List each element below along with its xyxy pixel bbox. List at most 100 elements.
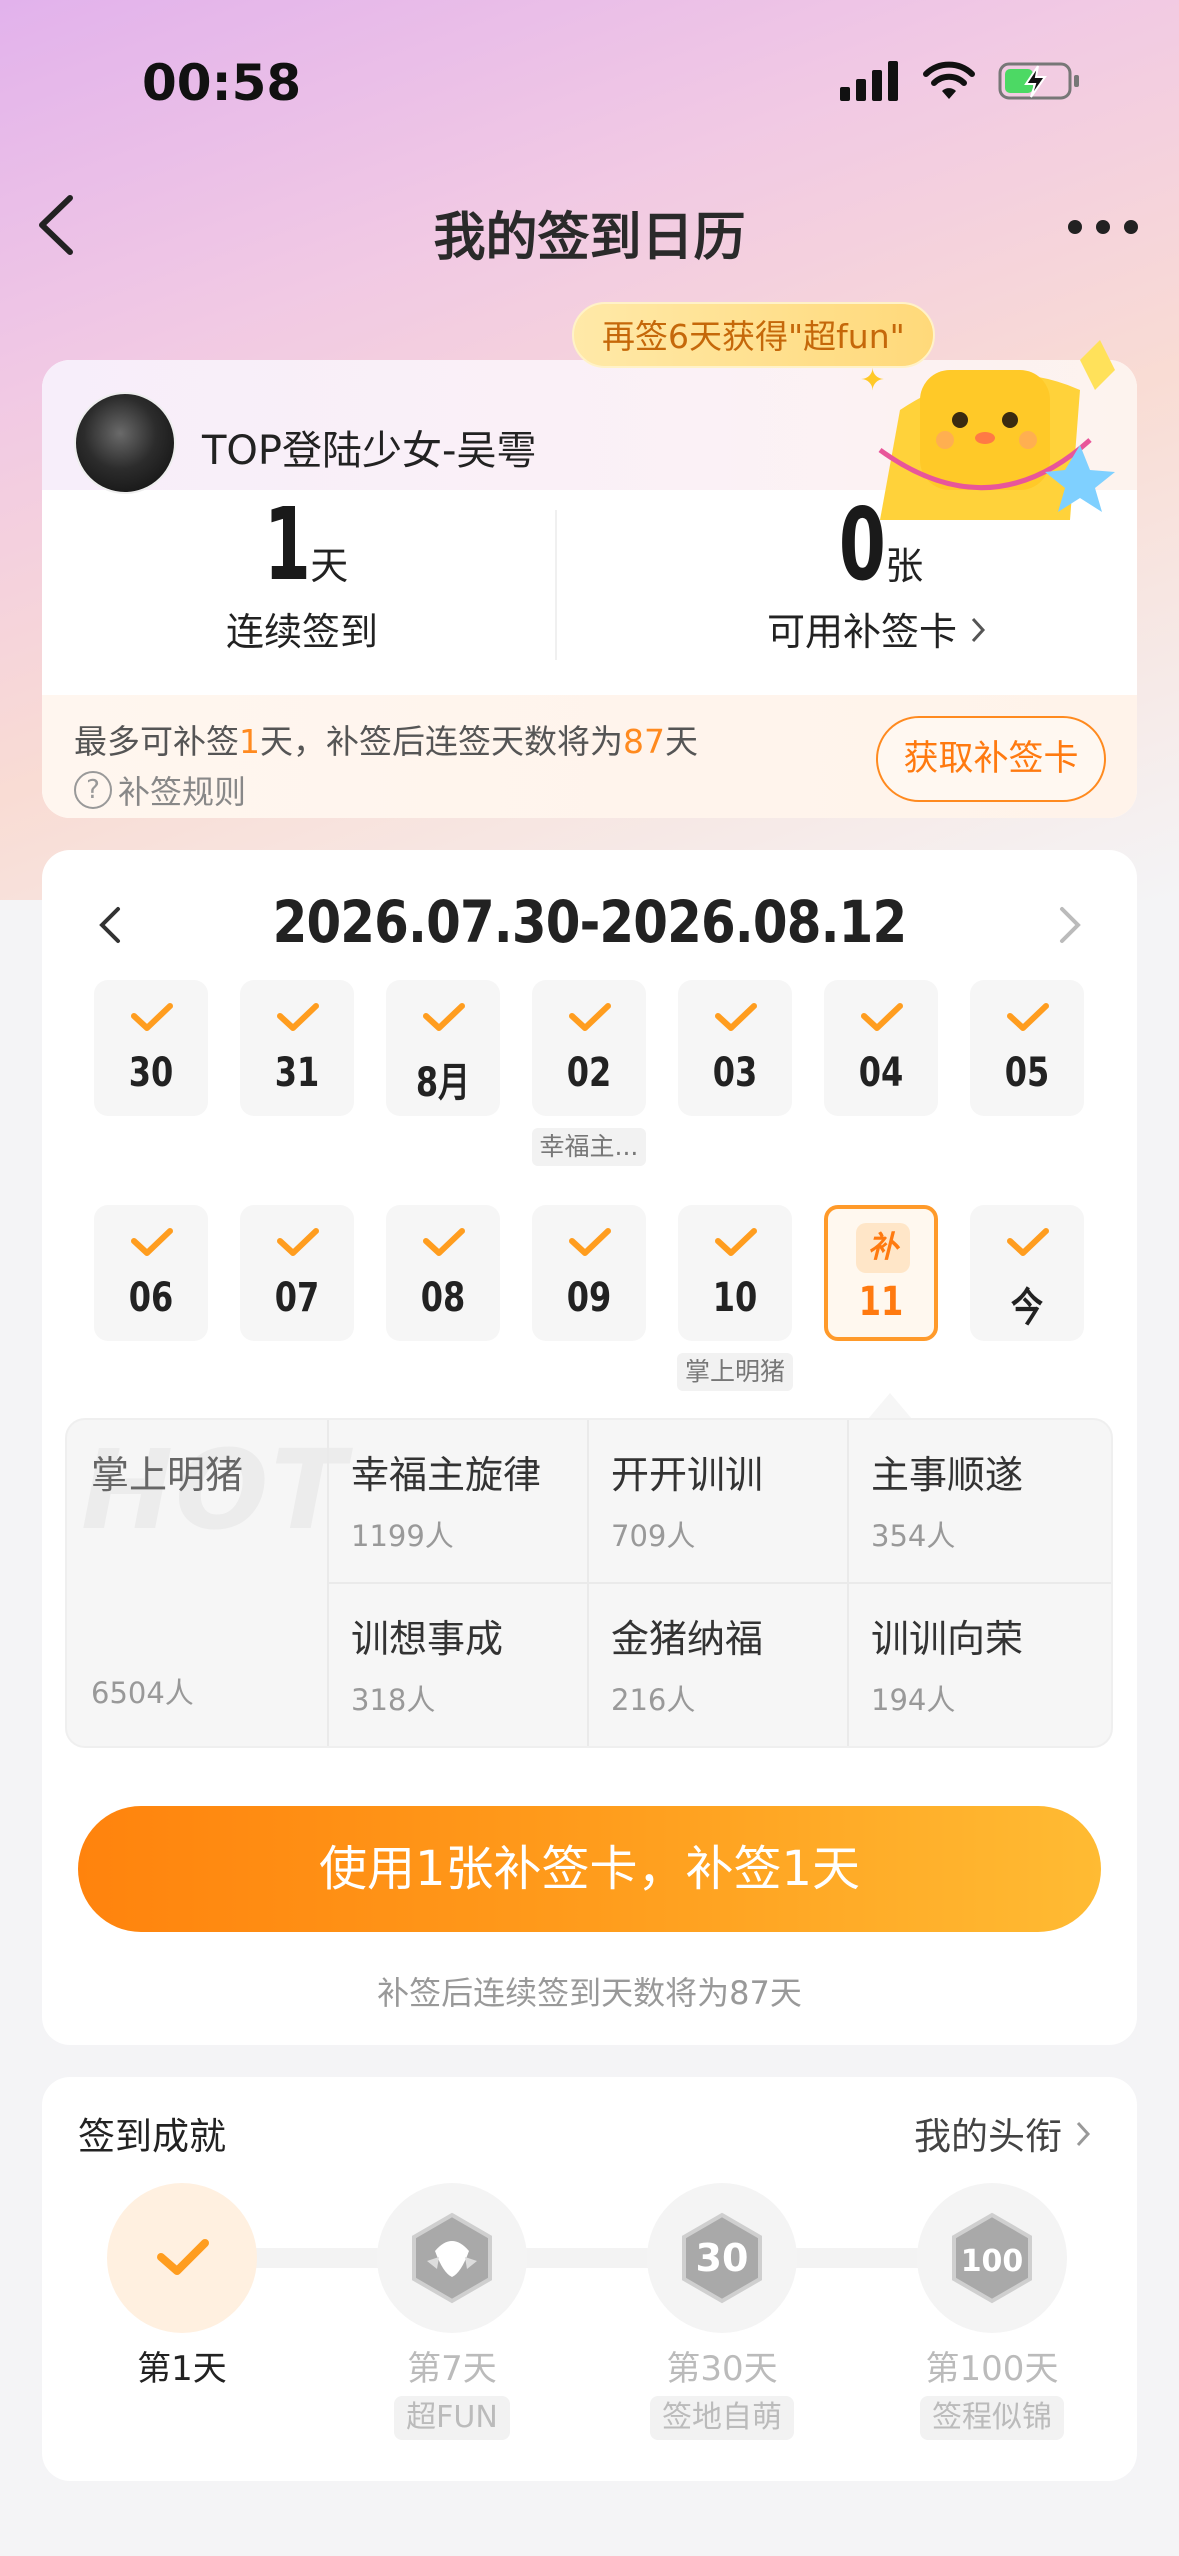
calendar-day[interactable]: 05 [970,980,1084,1116]
day-topic-tag: 掌上明猪 [677,1353,794,1391]
topic-item[interactable]: 金猪纳福 216人 [611,1608,763,1719]
makeup-badge: 补 [856,1223,910,1273]
streak-stat: 1天 连续签到 [42,495,562,656]
check-icon [131,1228,173,1256]
check-icon [861,1003,903,1031]
achievements-title: 签到成就 [78,2115,226,2158]
check-icon [1007,1003,1049,1031]
topic-item[interactable]: 主事顺遂 354人 [871,1444,1023,1555]
question-icon: ? [74,771,112,809]
rules-link[interactable]: ? 补签规则 [74,767,246,813]
calendar-day[interactable]: 补 11 [824,1205,938,1341]
check-icon [715,1003,757,1031]
chevron-right-icon [971,617,986,643]
calendar-day[interactable]: 8月 [386,980,500,1116]
topic-name: 训想事成 [351,1617,504,1661]
topic-count: 709人 [611,1519,696,1553]
next-range-icon[interactable] [1050,895,1090,955]
status-time: 00:58 [142,54,302,112]
topic-item[interactable]: 幸福主旋律 1199人 [351,1444,541,1555]
use-makeup-card-button[interactable]: 使用1张补签卡，补签1天 [78,1806,1101,1932]
achievement-title-badge: 签地自萌 [650,2396,794,2440]
signal-icon [840,61,898,101]
day-topic-tag: 幸福主... [531,1128,647,1166]
achievement-icon-wrap: 100 [917,2183,1067,2333]
topic-count: 6504人 [91,1676,194,1710]
achievement-item[interactable]: 第7天超FUN [342,2183,562,2440]
day-number: 02 [566,1050,612,1096]
svg-text:100: 100 [961,2244,1024,2279]
streak-value: 1 [263,486,311,603]
achievement-item[interactable]: 100 第100天 签程似锦 [882,2183,1102,2440]
avatar[interactable] [74,392,176,494]
topic-grid: HOT 掌上明猪 6504人 幸福主旋律 1199人 开开训训 709人 主事顺遂 354… [65,1418,1113,1748]
achievement-item[interactable]: 30 第30天 签地自萌 [612,2183,832,2440]
calendar-day[interactable]: 30 [94,980,208,1116]
calendar-day[interactable]: 31 [240,980,354,1116]
calendar-day[interactable]: 今 [970,1205,1084,1341]
day-number: 09 [566,1275,612,1321]
topic-count: 194人 [871,1683,956,1717]
topic-item[interactable]: 开开训训 709人 [611,1444,763,1555]
info-post: 天 [665,722,698,761]
check-icon [715,1228,757,1256]
day-number: 07 [274,1275,320,1321]
calendar-day[interactable]: 02 [532,980,646,1116]
topic-item[interactable]: 训训向荣 194人 [871,1608,1023,1719]
check-icon [157,2239,209,2275]
calendar-day[interactable]: 09 [532,1205,646,1341]
info-num1: 1 [239,722,260,761]
day-number: 8月 [415,1060,471,1106]
topic-count: 354人 [871,1519,956,1553]
achievement-icon-wrap: 30 [647,2183,797,2333]
cards-label: 可用补签卡 [766,610,957,654]
calendar-day[interactable]: 04 [824,980,938,1116]
get-makeup-card-button[interactable]: 获取补签卡 [876,716,1106,802]
calendar-day[interactable]: 03 [678,980,792,1116]
info-pre: 最多可补签 [74,722,239,761]
wifi-icon [923,61,975,99]
day-number: 03 [712,1050,758,1096]
date-range: 2026.07.30-2026.08.12 [272,888,908,956]
achievement-icon-wrap [107,2183,257,2333]
topic-hot[interactable]: 掌上明猪 [91,1444,243,1499]
check-icon [131,1003,173,1031]
topic-item[interactable]: 训想事成 318人 [351,1608,503,1719]
topic-name: 开开训训 [611,1453,764,1497]
day-number: 08 [420,1275,466,1321]
topic-count: 318人 [351,1683,436,1717]
calendar-day[interactable]: 07 [240,1205,354,1341]
achievement-item[interactable]: 第1天 [72,2183,292,2390]
calendar-day[interactable]: 08 [386,1205,500,1341]
achievement-icon-wrap [377,2183,527,2333]
more-icon[interactable] [1068,220,1138,234]
use-tip: 补签后连续签到天数将为87天 [377,1974,802,2012]
day-number: 今 [1011,1285,1043,1331]
streak-label: 连续签到 [225,610,378,654]
achievement-label: 第7天 [407,2349,497,2389]
chevron-right-icon [1076,2121,1090,2147]
topic-name: 金猪纳福 [611,1617,764,1661]
day-number: 11 [858,1279,904,1325]
calendar-day[interactable]: 06 [94,1205,208,1341]
calendar-day[interactable]: 10 [678,1205,792,1341]
username: TOP登陆少女-吴雩 [202,428,537,474]
my-titles-link[interactable]: 我的头衔 [914,2106,1092,2160]
achievement-title-badge: 超FUN [394,2396,510,2440]
day-number: 06 [128,1275,174,1321]
topic-name: 主事顺遂 [871,1453,1024,1497]
stat-divider [555,510,557,660]
badge-icon: 30 [682,2212,762,2304]
day-number: 10 [712,1275,758,1321]
svg-text:30: 30 [696,2236,749,2280]
cards-label-row: 可用补签卡 [617,601,1137,656]
achievement-label: 第1天 [137,2349,227,2389]
badge-icon: 100 [952,2212,1032,2304]
check-icon [277,1228,319,1256]
badge-icon [412,2212,492,2304]
grid-pointer [868,1393,912,1419]
day-number: 05 [1004,1050,1050,1096]
topic-name: 掌上明猪 [91,1453,244,1497]
topic-name: 训训向荣 [871,1617,1024,1661]
day-number: 04 [858,1050,904,1096]
